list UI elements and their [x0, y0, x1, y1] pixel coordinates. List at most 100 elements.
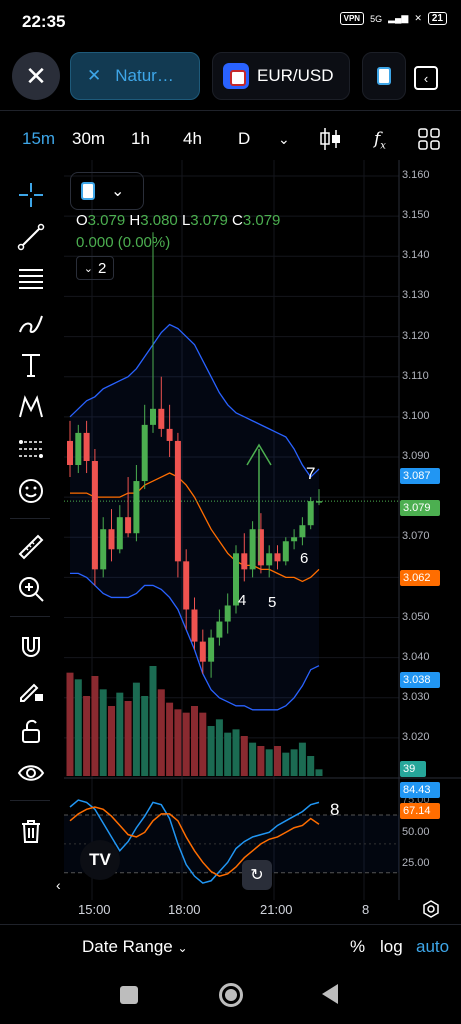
- indicators-toggle[interactable]: ⌄ 2: [76, 256, 114, 280]
- chevron-down-icon: ⌄: [111, 183, 125, 200]
- low-value: 3.079: [190, 212, 228, 229]
- candle-body: [125, 517, 132, 534]
- price-axis-label: 3.130: [402, 289, 430, 302]
- close-button[interactable]: ✕: [12, 52, 60, 100]
- annotation-5: 5: [268, 594, 277, 611]
- volume-bar: [124, 701, 132, 776]
- middle-band-tag: 3.062: [400, 570, 440, 586]
- pattern-icon[interactable]: [14, 390, 48, 424]
- fib-icon[interactable]: [14, 262, 48, 296]
- settings-icon[interactable]: [422, 900, 440, 918]
- indicators-count: 2: [97, 259, 107, 277]
- auto-scale-button[interactable]: auto: [416, 937, 449, 957]
- bottom-toolbar: Date Range ⌄ % log auto: [0, 926, 461, 968]
- toolbar-divider: [10, 518, 50, 519]
- candle-body: [307, 501, 314, 526]
- tab-active-symbol[interactable]: ✕ Natur…: [70, 52, 200, 100]
- indicators-icon[interactable]: fx: [374, 129, 386, 151]
- candle-body: [150, 408, 156, 425]
- tab-active-label: Natur…: [115, 66, 174, 85]
- symbol-icon: [377, 67, 391, 85]
- candle-body: [208, 637, 215, 662]
- tab-eurusd[interactable]: EUR/USD: [212, 52, 350, 100]
- brush-icon[interactable]: [14, 306, 48, 340]
- volume-bar: [74, 679, 82, 776]
- time-axis-label: 15:00: [78, 902, 111, 917]
- divider: [0, 924, 461, 925]
- crosshair-icon[interactable]: [14, 178, 48, 212]
- status-time: 22:35: [22, 12, 66, 31]
- candle-body: [75, 432, 82, 466]
- candle-body: [199, 641, 206, 662]
- text-icon[interactable]: [14, 348, 48, 382]
- open-value: 3.079: [87, 212, 126, 229]
- candle-body: [282, 541, 289, 562]
- date-range-button[interactable]: Date Range ⌄: [82, 937, 188, 957]
- candle-body: [216, 621, 223, 638]
- lock-drawing-icon[interactable]: [14, 672, 48, 706]
- high-label: H: [129, 212, 141, 229]
- time-axis-label: 18:00: [168, 902, 201, 917]
- reset-chart-button[interactable]: ↻: [242, 860, 272, 890]
- candle-body: [166, 428, 173, 441]
- volume-bar: [215, 719, 223, 776]
- zoom-in-icon[interactable]: [14, 572, 48, 606]
- annotation-6: 6: [300, 550, 309, 567]
- emoji-icon[interactable]: [14, 474, 48, 508]
- volume-bar: [207, 726, 215, 776]
- price-axis-label: 3.020: [402, 730, 430, 743]
- panel-toggle-button[interactable]: ‹: [414, 66, 438, 90]
- volume-bar: [274, 746, 281, 776]
- candle-body: [83, 432, 90, 461]
- time-axis-label: 21:00: [260, 902, 293, 917]
- candle-body: [116, 517, 123, 550]
- trash-icon[interactable]: [14, 814, 48, 848]
- symbol-legend-button[interactable]: ⌄: [70, 172, 144, 210]
- volume-bar: [191, 706, 198, 776]
- price-axis-label: 3.030: [402, 690, 430, 703]
- prediction-icon[interactable]: [14, 432, 48, 466]
- timeframe-1h[interactable]: 1h: [131, 129, 150, 149]
- volume-bar: [116, 692, 124, 776]
- back-icon[interactable]: [322, 984, 338, 1004]
- layout-grid-icon[interactable]: [418, 128, 440, 150]
- magnet-icon[interactable]: [14, 630, 48, 664]
- log-scale-button[interactable]: log: [380, 937, 403, 957]
- percent-scale-button[interactable]: %: [350, 937, 365, 957]
- collapse-toolbar-icon[interactable]: ‹: [56, 877, 61, 893]
- price-axis-label: 3.070: [402, 530, 430, 543]
- bollinger-fill: [70, 324, 319, 710]
- candle-body: [224, 605, 231, 622]
- recents-icon[interactable]: [120, 986, 138, 1004]
- candle-body: [299, 525, 306, 538]
- volume-tag: 39: [400, 761, 426, 777]
- unlock-icon[interactable]: [14, 714, 48, 748]
- tab-more[interactable]: [362, 52, 406, 100]
- timeframe-30m[interactable]: 30m: [72, 129, 105, 149]
- tab-close-icon[interactable]: ✕: [87, 66, 101, 86]
- signal-icon: ▂▄▆: [388, 13, 409, 23]
- close-label: C: [232, 212, 243, 229]
- chevron-down-icon: ⌄: [177, 941, 188, 955]
- close-value: 3.079: [242, 212, 281, 229]
- osc-axis-25: 25.00: [402, 857, 430, 869]
- tradingview-logo[interactable]: TV: [80, 840, 120, 880]
- volume-bar: [157, 689, 165, 776]
- home-icon[interactable]: [219, 983, 243, 1007]
- volume-bar: [315, 769, 323, 776]
- ruler-icon[interactable]: [14, 530, 48, 564]
- chevron-down-icon[interactable]: ⌄: [278, 131, 290, 148]
- osc-axis-50: 50.00: [402, 826, 430, 838]
- eye-icon[interactable]: [14, 756, 48, 790]
- timeframe-d[interactable]: D: [238, 129, 250, 149]
- candle-body: [316, 501, 322, 503]
- trendline-icon[interactable]: [14, 220, 48, 254]
- volume-bar: [66, 672, 74, 776]
- candles-icon[interactable]: [318, 126, 342, 152]
- symbol-icon: [81, 182, 95, 200]
- candle-body: [91, 460, 98, 570]
- timeframe-4h[interactable]: 4h: [183, 129, 202, 149]
- osc-k-tag: 84.43: [400, 782, 440, 798]
- panel-toggle-icon: ‹: [423, 70, 429, 86]
- timeframe-15m[interactable]: 15m: [22, 129, 55, 149]
